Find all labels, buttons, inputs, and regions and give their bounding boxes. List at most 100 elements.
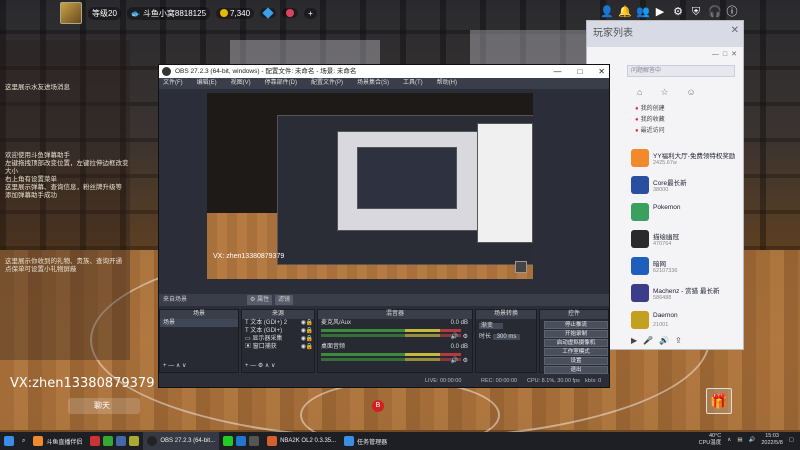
obs-preview[interactable]: VX: zhen13380879379 — [207, 93, 533, 279]
player-list-item[interactable]: YY福利大厅-免费领特权奖励 2425.67w — [631, 149, 741, 171]
player-list-item[interactable]: 描绘幽冠 470764 — [631, 230, 741, 252]
menu-item[interactable]: 帮助(H) — [437, 78, 457, 89]
top-toolbar: 👤 🔔 👥 ▶ ⚙ ⛨ 🎧 ⓘ — [600, 6, 738, 18]
minimize-icon[interactable]: — — [712, 51, 719, 58]
nav-item[interactable]: ● 最近访问 — [635, 126, 743, 137]
user-icon[interactable]: 👤 — [600, 6, 614, 18]
start-button[interactable] — [0, 432, 18, 450]
star-icon[interactable]: ☆ — [660, 87, 668, 98]
player-search-input[interactable]: 问题解答中 — [627, 65, 735, 77]
start-recording-button[interactable]: 开始录制 — [544, 330, 608, 338]
player-list-item[interactable]: 暗网 62107336 — [631, 257, 741, 279]
lock-icon[interactable]: 🔒 — [306, 335, 313, 343]
bell-icon[interactable]: 🔔 — [618, 6, 632, 18]
settings-button[interactable]: 设置 — [544, 357, 608, 365]
close-icon[interactable]: ✕ — [731, 25, 739, 36]
add-icon[interactable]: + — [163, 363, 167, 369]
remove-icon[interactable]: — — [168, 363, 174, 369]
streamer-avatar[interactable] — [60, 2, 82, 24]
cpu-status: CPU: 8.1%, 30.00 fps — [527, 378, 580, 384]
minimize-icon[interactable]: — — [553, 65, 561, 78]
network-icon[interactable]: ▤ — [737, 437, 742, 443]
menu-item[interactable]: 配置文件(P) — [311, 78, 343, 89]
menu-item[interactable]: 场景集合(S) — [357, 78, 389, 89]
search-button[interactable]: ⌕ — [18, 432, 29, 450]
text-icon: T — [245, 320, 249, 326]
notification-icon[interactable]: ▢ — [789, 437, 794, 443]
stop-streaming-button[interactable]: 停止推流 — [544, 321, 608, 329]
player-list-item[interactable]: Machenz - 赏猎 最长新 586488 — [631, 284, 741, 306]
mic-icon[interactable]: 🎤 — [643, 336, 653, 345]
scene-item[interactable]: 场景 — [160, 319, 238, 327]
taskbar-item[interactable]: OBS 27.2.3 (64-bit... — [143, 432, 220, 450]
lock-icon[interactable]: 🔒 — [306, 343, 313, 351]
up-icon[interactable]: ∧ — [176, 363, 180, 369]
chat-send-button[interactable]: 聊天 — [68, 398, 140, 414]
taskbar-item[interactable]: 斗鱼直播伴侣 — [29, 432, 86, 450]
home-icon[interactable]: ⌂ — [637, 87, 642, 98]
chat-line: 添加弹幕助手成功 — [5, 192, 57, 199]
exit-button[interactable]: 退出 — [544, 366, 608, 374]
add-button[interactable]: + — [304, 7, 317, 19]
source-item[interactable]: T 文本 (GDI+) 2 ◉ 🔒 — [242, 319, 314, 327]
gear-icon[interactable]: ⚙ — [672, 6, 684, 18]
info-icon[interactable]: ⓘ — [726, 6, 738, 18]
filters-button[interactable]: 滤镜 — [275, 295, 294, 305]
shield-icon[interactable]: ⛨ — [690, 6, 702, 18]
menu-item[interactable]: 编辑(E) — [197, 78, 217, 89]
menu-item[interactable]: 文件(F) — [163, 78, 183, 89]
transition-duration[interactable]: 时长 300 ms — [476, 333, 536, 341]
controls-dock: 控件 停止推流 开始录制 启动虚拟摄像机 工作室模式 设置 退出 — [539, 309, 609, 374]
group-icon[interactable]: 👥 — [636, 6, 650, 18]
nav-item[interactable]: ● 我的创建 — [635, 104, 743, 115]
grid-icon[interactable] — [515, 261, 527, 273]
video-icon[interactable]: ▶ — [631, 336, 637, 345]
menu-item[interactable]: 视图(V) — [231, 78, 251, 89]
source-item[interactable]: T 文本 (GDI+) ◉ 🔒 — [242, 327, 314, 335]
person-icon[interactable]: ☺ — [687, 87, 696, 98]
up-icon[interactable]: ∧ — [265, 363, 269, 369]
studio-mode-button[interactable]: 工作室模式 — [544, 348, 608, 356]
clock[interactable]: 15:03 2022/5/8 — [761, 433, 782, 447]
player-list-title: 玩家列表 — [587, 21, 743, 47]
maximize-icon[interactable]: □ — [723, 51, 727, 58]
video-icon[interactable]: ▶ — [654, 6, 666, 18]
properties-button[interactable]: ⚙ 属性 — [247, 295, 273, 305]
sound-icon[interactable]: 🔊 — [659, 336, 669, 345]
coin-count: 7,340 — [216, 7, 255, 19]
add-icon[interactable]: + — [245, 363, 249, 369]
source-item[interactable]: ▭ 显示器采集 ◉ 🔒 — [242, 335, 314, 343]
speaker-icon[interactable]: 🔊 — [451, 357, 458, 365]
share-icon[interactable]: ⇪ — [675, 336, 682, 345]
lock-icon[interactable]: 🔒 — [306, 327, 313, 335]
maximize-icon[interactable]: □ — [577, 65, 582, 78]
taskbar-item[interactable]: NBA2K OL2 0.3.35... — [263, 432, 340, 450]
down-icon[interactable]: ∨ — [182, 363, 186, 369]
volume-icon[interactable]: 🔊 — [749, 437, 756, 443]
headset-icon[interactable]: 🎧 — [708, 6, 722, 18]
gift-icon[interactable]: 🎁 — [706, 388, 732, 414]
source-item[interactable]: ▣ 窗口捕获 ◉ 🔒 — [242, 343, 314, 351]
taskbar-pinned[interactable] — [219, 432, 263, 450]
remove-icon[interactable]: — — [250, 363, 256, 369]
menu-item[interactable]: 停靠部件(D) — [265, 78, 297, 89]
close-icon[interactable]: ✕ — [598, 65, 605, 78]
player-list-item[interactable]: Pokemon — [631, 203, 741, 225]
virtual-camera-button[interactable]: 启动虚拟摄像机 — [544, 339, 608, 347]
taskbar-pinned[interactable] — [86, 432, 143, 450]
transition-select[interactable]: 渐变 — [476, 322, 536, 330]
taskbar-item[interactable]: 任务管理器 — [340, 432, 391, 450]
gear-icon[interactable]: ⚙ — [258, 363, 263, 369]
lock-icon[interactable]: 🔒 — [306, 319, 313, 327]
speaker-icon[interactable]: 🔊 — [451, 333, 458, 341]
gear-icon[interactable]: ⚙ — [463, 333, 468, 341]
player-list-item[interactable]: Daemon 21001 — [631, 311, 741, 333]
close-icon[interactable]: ✕ — [731, 50, 737, 58]
nav-item[interactable]: ● 我的收藏 — [635, 115, 743, 126]
down-icon[interactable]: ∨ — [271, 363, 275, 369]
menu-item[interactable]: 工具(T) — [403, 78, 423, 89]
player-list-item-count: 21001 — [653, 322, 669, 328]
gear-icon[interactable]: ⚙ — [463, 357, 468, 365]
player-list-item[interactable]: Core最长新 38000 — [631, 176, 741, 198]
chevron-up-icon[interactable]: ∧ — [727, 437, 731, 443]
